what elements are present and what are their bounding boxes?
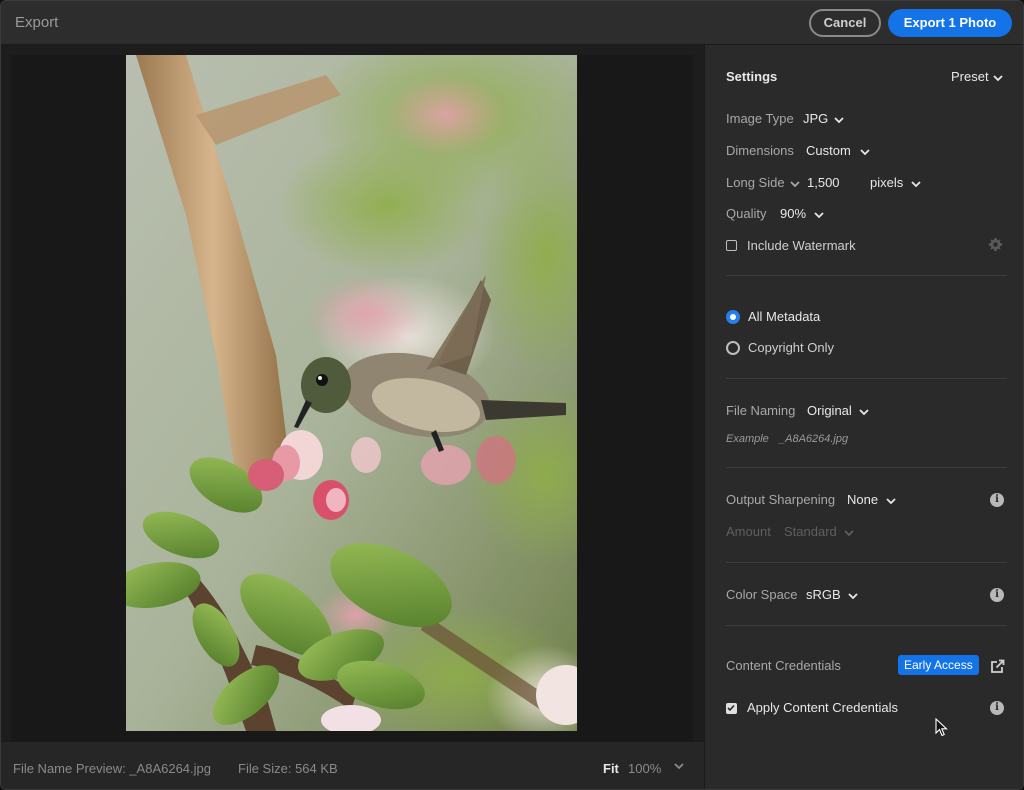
preview-canvas: [11, 55, 693, 775]
divider: [726, 378, 1007, 379]
amount-value: Standard: [784, 524, 837, 539]
divider: [726, 562, 1007, 563]
dialog-title: Export: [15, 14, 59, 31]
dimensions-dropdown[interactable]: Custom: [806, 143, 872, 158]
preset-dropdown[interactable]: Preset: [951, 69, 1004, 84]
all-metadata-label: All Metadata: [748, 309, 821, 324]
example-label: Example: [726, 433, 769, 445]
copyright-only-radio[interactable]: [726, 341, 740, 355]
output-sharpening-label: Output Sharpening: [726, 492, 836, 507]
chevron-down-icon: [860, 148, 871, 155]
file-name-preview: File Name Preview: _A8A6264.jpg: [13, 761, 211, 776]
preset-label: Preset: [951, 69, 989, 84]
preview-photo: [126, 55, 577, 731]
copyright-only-label: Copyright Only: [748, 340, 834, 355]
content-credentials-label: Content Credentials: [726, 658, 841, 673]
checkmark-icon: [727, 704, 735, 712]
include-watermark-label: Include Watermark: [747, 238, 856, 253]
dimensions-label: Dimensions: [726, 143, 794, 158]
all-metadata-radio[interactable]: [726, 310, 740, 324]
chevron-down-icon: [844, 529, 855, 536]
divider: [726, 275, 1007, 276]
dimensions-value: Custom: [806, 143, 851, 158]
long-side-unit-dropdown[interactable]: pixels: [870, 175, 923, 190]
chevron-down-icon: [790, 180, 800, 187]
chevron-down-icon: [993, 74, 1003, 81]
chevron-down-icon: [848, 592, 858, 599]
color-space-label: Color Space: [726, 587, 798, 602]
output-sharpening-dropdown[interactable]: None: [847, 492, 898, 507]
early-access-badge: Early Access: [898, 655, 979, 675]
divider: [726, 467, 1007, 468]
output-sharpening-value: None: [847, 492, 879, 507]
preview-area: [1, 45, 704, 789]
example-filename: _A8A6264.jpg: [779, 433, 849, 445]
file-naming-label: File Naming: [726, 403, 796, 418]
amount-dropdown: Standard: [784, 524, 856, 539]
chevron-down-icon: [814, 211, 824, 218]
quality-value: 90%: [780, 206, 807, 221]
export-button[interactable]: Export 1 Photo: [888, 9, 1012, 37]
export-dialog: Export Cancel Export 1 Photo File Name P…: [0, 0, 1024, 790]
title-bar: Export Cancel Export 1 Photo: [1, 1, 1023, 45]
chevron-down-icon: [886, 497, 896, 504]
include-watermark-checkbox[interactable]: [726, 240, 737, 251]
zoom-menu-chevron-down-icon[interactable]: [673, 760, 685, 775]
image-type-dropdown[interactable]: JPG: [803, 111, 846, 126]
cancel-button[interactable]: Cancel: [809, 9, 881, 37]
content-credentials-info-icon[interactable]: i: [990, 701, 1004, 715]
chevron-down-icon: [859, 408, 870, 415]
color-space-info-icon[interactable]: i: [990, 588, 1004, 602]
apply-content-credentials-label: Apply Content Credentials: [747, 700, 899, 715]
long-side-input[interactable]: 1,500: [807, 175, 840, 190]
output-sharpening-info-icon[interactable]: i: [990, 493, 1004, 507]
image-type-value: JPG: [803, 111, 829, 126]
cursor-pointer-icon: [935, 717, 949, 741]
image-type-label: Image Type: [726, 111, 794, 126]
fit-zoom-button[interactable]: Fit: [603, 761, 619, 776]
quality-label: Quality: [726, 206, 767, 221]
gear-icon[interactable]: [988, 237, 1003, 255]
long-side-unit: pixels: [870, 175, 904, 190]
quality-dropdown[interactable]: 90%: [780, 206, 826, 221]
amount-label: Amount: [726, 524, 771, 539]
color-space-dropdown[interactable]: sRGB: [806, 587, 860, 602]
file-naming-dropdown[interactable]: Original: [807, 403, 871, 418]
chevron-down-icon: [911, 180, 921, 187]
color-space-value: sRGB: [806, 587, 841, 602]
settings-panel: Settings Preset Image Type JPG Dimension…: [704, 45, 1023, 789]
hummingbird-photo-image: [126, 55, 577, 731]
external-link-icon[interactable]: [990, 659, 1005, 677]
file-size: File Size: 564 KB: [238, 761, 338, 776]
apply-content-credentials-checkbox[interactable]: [726, 703, 737, 714]
settings-heading: Settings: [726, 69, 778, 84]
long-side-dropdown[interactable]: Long Side: [726, 175, 802, 190]
long-side-label: Long Side: [726, 175, 785, 190]
preview-bottom-bar: File Name Preview: _A8A6264.jpg File Siz…: [1, 741, 704, 789]
zoom-100-button[interactable]: 100%: [628, 761, 661, 776]
divider: [726, 625, 1007, 626]
chevron-down-icon: [834, 116, 844, 123]
file-naming-value: Original: [807, 403, 852, 418]
